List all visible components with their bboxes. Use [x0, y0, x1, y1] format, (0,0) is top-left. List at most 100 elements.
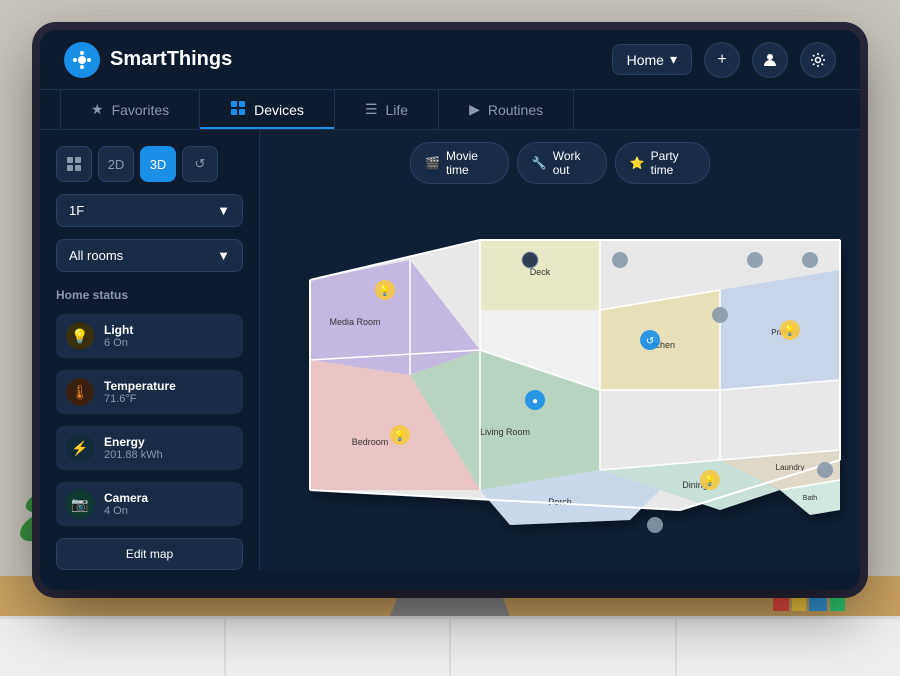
floor-selector[interactable]: 1F ▼	[56, 194, 243, 227]
app-header: SmartThings Home ▾ +	[40, 30, 860, 90]
room-arrow-icon: ▼	[217, 248, 230, 263]
light-info: Light 6 On	[104, 323, 133, 349]
svg-text:💡: 💡	[394, 429, 406, 442]
person-icon	[762, 52, 778, 68]
status-light[interactable]: 💡 Light 6 On	[56, 314, 243, 358]
status-temperature[interactable]: 🌡 Temperature 71.6°F	[56, 370, 243, 414]
sidebar: 2D 3D ↺ 1F ▼ All rooms ▼	[40, 130, 260, 570]
tab-life[interactable]: ☰ Life	[335, 90, 439, 129]
movie-time-button[interactable]: 🎬 Movie time	[410, 142, 509, 184]
add-button[interactable]: +	[704, 42, 740, 78]
svg-text:Laundry: Laundry	[776, 463, 805, 472]
energy-value: 201.88 kWh	[104, 449, 163, 461]
gear-icon	[810, 52, 826, 68]
favorites-label: Favorites	[112, 102, 170, 118]
routines-label: Routines	[488, 102, 543, 118]
light-name: Light	[104, 323, 133, 337]
device-pin-8[interactable]: 💡	[700, 470, 720, 490]
edit-map-button[interactable]: Edit map	[56, 538, 243, 570]
svg-text:Bath: Bath	[803, 495, 818, 502]
light-value: 6 On	[104, 337, 133, 349]
temperature-name: Temperature	[104, 379, 176, 393]
tab-routines[interactable]: ▶ Routines	[439, 90, 574, 129]
workout-icon: 🔧	[532, 156, 547, 170]
camera-icon: 📷	[66, 490, 94, 518]
workout-label: Work out	[553, 149, 592, 177]
temperature-info: Temperature 71.6°F	[104, 379, 176, 405]
home-selector[interactable]: Home ▾	[612, 44, 692, 75]
movie-icon: 🎬	[425, 156, 440, 170]
device-pin-7[interactable]: 💡	[780, 320, 800, 340]
logo-area: SmartThings	[64, 42, 612, 78]
3d-view-button[interactable]: 3D	[140, 146, 176, 182]
movie-label: Movie time	[446, 149, 494, 177]
floor-plan-svg: Media Room Living Room Bedroom Porch	[270, 180, 850, 560]
workout-button[interactable]: 🔧 Work out	[517, 142, 607, 184]
nav-tabs: ★ Favorites Devices ☰ Life	[40, 90, 860, 130]
svg-text:💡: 💡	[704, 474, 716, 487]
device-pin-3[interactable]: 💡	[390, 425, 410, 445]
temperature-icon: 🌡	[66, 378, 94, 406]
svg-text:Living Room: Living Room	[480, 427, 530, 437]
svg-text:💡: 💡	[379, 284, 391, 297]
view-controls: 2D 3D ↺	[56, 146, 243, 182]
camera-info: Camera 4 On	[104, 491, 148, 517]
history-icon: ↺	[195, 156, 206, 172]
svg-text:💡: 💡	[784, 324, 796, 337]
status-energy[interactable]: ⚡ Energy 201.88 kWh	[56, 426, 243, 470]
app-name: SmartThings	[110, 48, 232, 71]
status-camera[interactable]: 📷 Camera 4 On	[56, 482, 243, 526]
device-pin-11[interactable]	[712, 307, 728, 323]
device-pin-9[interactable]	[817, 462, 833, 478]
tab-devices[interactable]: Devices	[200, 90, 335, 129]
2d-view-button[interactable]: 2D	[98, 146, 134, 182]
settings-button[interactable]	[800, 42, 836, 78]
room-selector[interactable]: All rooms ▼	[56, 239, 243, 272]
tab-favorites[interactable]: ★ Favorites	[60, 90, 200, 129]
device-pin-15[interactable]	[647, 517, 663, 533]
home-dropdown-icon: ▾	[670, 51, 677, 68]
party-time-button[interactable]: ⭐ Party time	[615, 142, 710, 184]
device-pin-1[interactable]: 💡	[375, 280, 395, 300]
camera-value: 4 On	[104, 505, 148, 517]
energy-name: Energy	[104, 435, 163, 449]
devices-label: Devices	[254, 102, 304, 118]
favorites-icon: ★	[91, 101, 104, 118]
device-pin-6[interactable]: ↺	[640, 330, 660, 350]
life-label: Life	[386, 102, 409, 118]
device-pin-10[interactable]	[522, 252, 538, 268]
history-view-button[interactable]: ↺	[182, 146, 218, 182]
svg-text:●: ●	[532, 396, 538, 407]
grid-view-button[interactable]	[56, 146, 92, 182]
2d-label: 2D	[108, 157, 125, 172]
header-right: Home ▾ +	[612, 42, 836, 78]
home-status-title: Home status	[56, 288, 243, 302]
energy-info: Energy 201.88 kWh	[104, 435, 163, 461]
temperature-value: 71.6°F	[104, 393, 176, 405]
svg-text:Deck: Deck	[530, 267, 551, 277]
add-icon: +	[717, 51, 726, 69]
svg-text:Media Room: Media Room	[329, 317, 380, 327]
profile-button[interactable]	[752, 42, 788, 78]
svg-text:Porch: Porch	[548, 497, 572, 507]
life-icon: ☰	[365, 101, 378, 118]
device-pin-14[interactable]	[612, 252, 628, 268]
room-value: All rooms	[69, 248, 123, 263]
floor-arrow-icon: ▼	[217, 203, 230, 218]
main-content: 2D 3D ↺ 1F ▼ All rooms ▼	[40, 130, 860, 570]
device-pin-2[interactable]: ●	[525, 390, 545, 410]
party-label: Party time	[651, 149, 695, 177]
routines-icon: ▶	[469, 101, 480, 118]
device-pin-12[interactable]	[747, 252, 763, 268]
floor-plan-container: Media Room Living Room Bedroom Porch	[270, 180, 850, 560]
camera-name: Camera	[104, 491, 148, 505]
app-logo-icon	[64, 42, 100, 78]
light-icon: 💡	[66, 322, 94, 350]
devices-icon	[230, 100, 246, 119]
energy-icon: ⚡	[66, 434, 94, 462]
party-icon: ⭐	[630, 156, 645, 170]
svg-text:Bedroom: Bedroom	[352, 437, 389, 447]
3d-label: 3D	[150, 157, 167, 172]
device-pin-13[interactable]	[802, 252, 818, 268]
home-label: Home	[627, 52, 664, 68]
